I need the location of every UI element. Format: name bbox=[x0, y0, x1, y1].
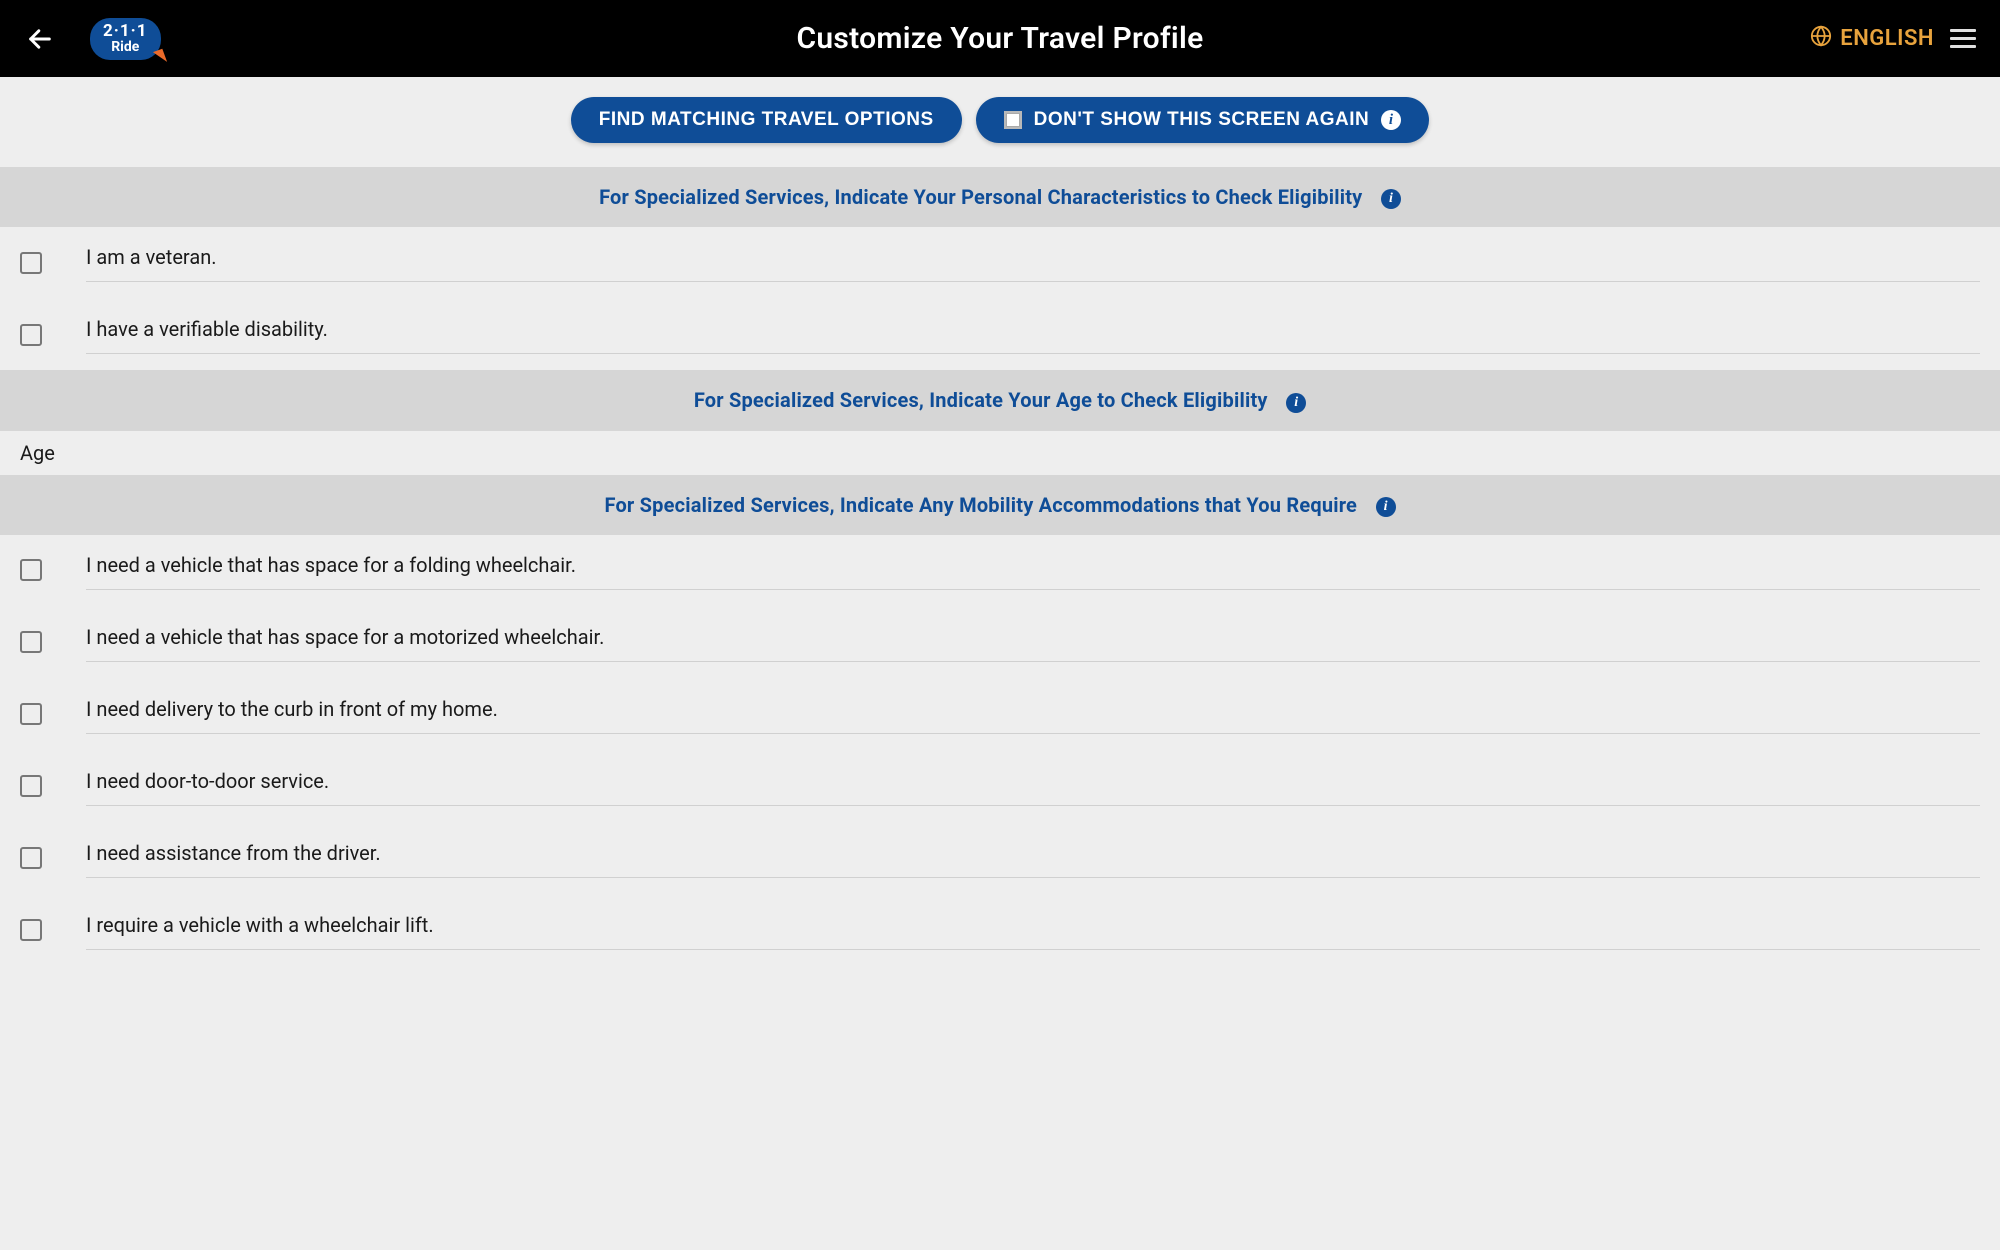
logo-bubble: 2·1·1 Ride bbox=[90, 18, 161, 60]
logo-line1: 2·1·1 bbox=[103, 23, 148, 40]
personal-list: I am a veteran. I have a verifiable disa… bbox=[0, 227, 2000, 370]
checkbox-label: I need a vehicle that has space for a fo… bbox=[86, 551, 1980, 590]
globe-icon bbox=[1810, 25, 1832, 53]
app-logo[interactable]: 2·1·1 Ride bbox=[90, 18, 161, 60]
checkbox[interactable] bbox=[20, 919, 42, 941]
dont-show-label: DON'T SHOW THIS SCREEN AGAIN bbox=[1034, 109, 1370, 131]
checkbox-label: I need door-to-door service. bbox=[86, 767, 1980, 806]
checkbox[interactable] bbox=[20, 703, 42, 725]
checkbox[interactable] bbox=[20, 324, 42, 346]
checkbox[interactable] bbox=[20, 847, 42, 869]
info-icon[interactable]: i bbox=[1286, 393, 1306, 413]
mobility-list: I need a vehicle that has space for a fo… bbox=[0, 535, 2000, 966]
section-header-personal-text: For Specialized Services, Indicate Your … bbox=[599, 185, 1362, 209]
list-item[interactable]: I require a vehicle with a wheelchair li… bbox=[0, 894, 2000, 966]
back-icon[interactable] bbox=[20, 19, 60, 59]
list-item[interactable]: I need a vehicle that has space for a fo… bbox=[0, 535, 2000, 606]
header-right: ENGLISH bbox=[1810, 23, 1980, 54]
checkbox-label: I need a vehicle that has space for a mo… bbox=[86, 623, 1980, 662]
dont-show-button[interactable]: DON'T SHOW THIS SCREEN AGAIN i bbox=[976, 97, 1430, 143]
section-header-age: For Specialized Services, Indicate Your … bbox=[0, 370, 2000, 430]
action-bar: FIND MATCHING TRAVEL OPTIONS DON'T SHOW … bbox=[0, 77, 2000, 167]
section-header-personal: For Specialized Services, Indicate Your … bbox=[0, 167, 2000, 227]
language-button[interactable]: ENGLISH bbox=[1810, 25, 1934, 53]
find-matching-label: FIND MATCHING TRAVEL OPTIONS bbox=[599, 109, 934, 131]
list-item[interactable]: I am a veteran. bbox=[0, 227, 2000, 298]
find-matching-button[interactable]: FIND MATCHING TRAVEL OPTIONS bbox=[571, 97, 962, 143]
logo-line2: Ride bbox=[103, 40, 148, 54]
language-label: ENGLISH bbox=[1840, 26, 1934, 51]
checkbox-label: I am a veteran. bbox=[86, 243, 1980, 282]
app-header: 2·1·1 Ride Customize Your Travel Profile… bbox=[0, 0, 2000, 77]
checkbox[interactable] bbox=[20, 559, 42, 581]
checkbox-label: I need delivery to the curb in front of … bbox=[86, 695, 1980, 734]
age-field-label[interactable]: Age bbox=[0, 431, 2000, 475]
list-item[interactable]: I need assistance from the driver. bbox=[0, 822, 2000, 894]
info-icon[interactable]: i bbox=[1381, 110, 1401, 130]
list-item[interactable]: I need delivery to the curb in front of … bbox=[0, 678, 2000, 750]
info-icon[interactable]: i bbox=[1376, 497, 1396, 517]
checkbox-label: I require a vehicle with a wheelchair li… bbox=[86, 911, 1980, 950]
checkbox[interactable] bbox=[20, 775, 42, 797]
section-header-mobility: For Specialized Services, Indicate Any M… bbox=[0, 475, 2000, 535]
checkbox[interactable] bbox=[20, 252, 42, 274]
section-header-mobility-text: For Specialized Services, Indicate Any M… bbox=[604, 493, 1357, 517]
checkbox-label: I need assistance from the driver. bbox=[86, 839, 1980, 878]
section-header-age-text: For Specialized Services, Indicate Your … bbox=[694, 388, 1268, 412]
list-item[interactable]: I need a vehicle that has space for a mo… bbox=[0, 606, 2000, 678]
menu-icon[interactable] bbox=[1946, 23, 1980, 54]
list-item[interactable]: I have a verifiable disability. bbox=[0, 298, 2000, 370]
dont-show-checkbox[interactable] bbox=[1004, 111, 1022, 129]
info-icon[interactable]: i bbox=[1381, 189, 1401, 209]
checkbox[interactable] bbox=[20, 631, 42, 653]
checkbox-label: I have a verifiable disability. bbox=[86, 315, 1980, 354]
page-title: Customize Your Travel Profile bbox=[796, 21, 1203, 56]
list-item[interactable]: I need door-to-door service. bbox=[0, 750, 2000, 822]
